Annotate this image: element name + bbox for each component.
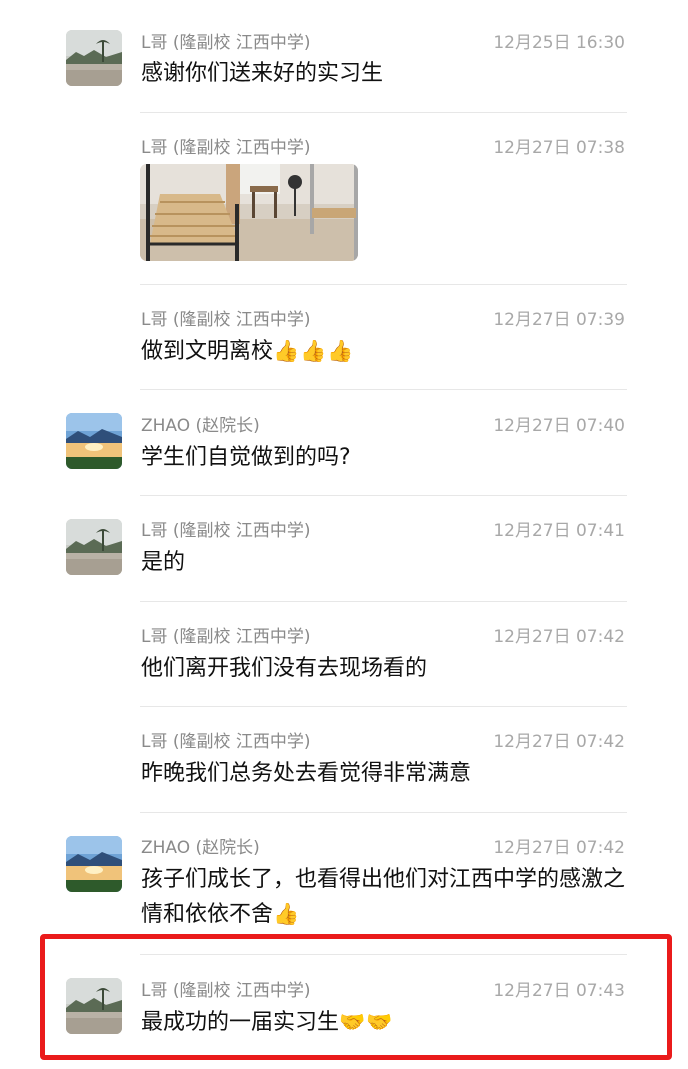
thumbs-up-icon: 👍👍👍 bbox=[273, 339, 355, 363]
avatar-landscape-icon bbox=[66, 978, 122, 1034]
message-text-content: 昨晚我们总务处去看觉得非常满意 bbox=[141, 761, 472, 786]
message-text-content: 做到文明离校 bbox=[141, 339, 274, 364]
avatar-lake-sunset-icon bbox=[66, 836, 122, 892]
sender-name: L哥 (隆副校 江西中学) bbox=[141, 138, 311, 158]
message-text[interactable]: 做到文明离校👍👍👍 bbox=[141, 334, 631, 369]
message-text[interactable]: 感谢你们送来好的实习生 bbox=[141, 56, 631, 91]
thumbs-up-icon: 👍 bbox=[273, 902, 301, 926]
message-time: 12月27日 07:42 bbox=[493, 732, 625, 752]
message-time: 12月27日 07:38 bbox=[493, 138, 625, 158]
divider bbox=[140, 601, 627, 602]
avatar[interactable] bbox=[66, 836, 122, 892]
message-text-content: 感谢你们送来好的实习生 bbox=[141, 61, 384, 86]
sender-name: L哥 (隆副校 江西中学) bbox=[141, 732, 311, 752]
avatar-landscape-icon bbox=[66, 519, 122, 575]
divider bbox=[140, 284, 627, 285]
message-text[interactable]: 学生们自觉做到的吗? bbox=[141, 440, 631, 475]
message-text[interactable]: 孩子们成长了，也看得出他们对江西中学的感激之情和依依不舍👍 bbox=[141, 862, 631, 932]
divider bbox=[140, 112, 627, 113]
sender-name: L哥 (隆副校 江西中学) bbox=[141, 521, 311, 541]
avatar[interactable] bbox=[66, 519, 122, 575]
message-time: 12月27日 07:43 bbox=[493, 981, 625, 1001]
message-text-content: 学生们自觉做到的吗? bbox=[141, 445, 351, 470]
avatar[interactable] bbox=[66, 978, 122, 1034]
message-text-content: 他们离开我们没有去现场看的 bbox=[141, 656, 428, 681]
divider bbox=[140, 954, 627, 955]
message-time: 12月27日 07:42 bbox=[493, 627, 625, 647]
message-text[interactable]: 是的 bbox=[141, 545, 631, 580]
message-text[interactable]: 他们离开我们没有去现场看的 bbox=[141, 651, 631, 686]
message-time: 12月27日 07:39 bbox=[493, 310, 625, 330]
message-text-content: 是的 bbox=[141, 550, 186, 575]
message-text-content: 最成功的一届实习生 bbox=[141, 1010, 340, 1035]
message-time: 12月27日 07:41 bbox=[493, 521, 625, 541]
sender-name: ZHAO (赵院长) bbox=[141, 838, 260, 858]
divider bbox=[140, 389, 627, 390]
divider bbox=[140, 495, 627, 496]
sender-name: L哥 (隆副校 江西中学) bbox=[141, 627, 311, 647]
message-text[interactable]: 最成功的一届实习生🤝🤝 bbox=[141, 1005, 631, 1040]
handshake-icon: 🤝🤝 bbox=[339, 1010, 394, 1034]
divider bbox=[140, 812, 627, 813]
message-text[interactable]: 昨晚我们总务处去看觉得非常满意 bbox=[141, 756, 631, 791]
message-text-content: 孩子们成长了，也看得出他们对江西中学的感激之情和依依不舍 bbox=[141, 867, 626, 927]
avatar-landscape-icon bbox=[66, 30, 122, 86]
avatar[interactable] bbox=[66, 30, 122, 86]
sender-name: L哥 (隆副校 江西中学) bbox=[141, 310, 311, 330]
message-time: 12月25日 16:30 bbox=[493, 33, 625, 53]
avatar-lake-sunset-icon bbox=[66, 413, 122, 469]
sender-name: L哥 (隆副校 江西中学) bbox=[141, 981, 311, 1001]
message-time: 12月27日 07:40 bbox=[493, 416, 625, 436]
dorm-room-photo bbox=[140, 164, 358, 261]
message-time: 12月27日 07:42 bbox=[493, 838, 625, 858]
avatar[interactable] bbox=[66, 413, 122, 469]
sender-name: ZHAO (赵院长) bbox=[141, 416, 260, 436]
message-photo[interactable] bbox=[140, 164, 358, 261]
sender-name: L哥 (隆副校 江西中学) bbox=[141, 33, 311, 53]
divider bbox=[140, 706, 627, 707]
